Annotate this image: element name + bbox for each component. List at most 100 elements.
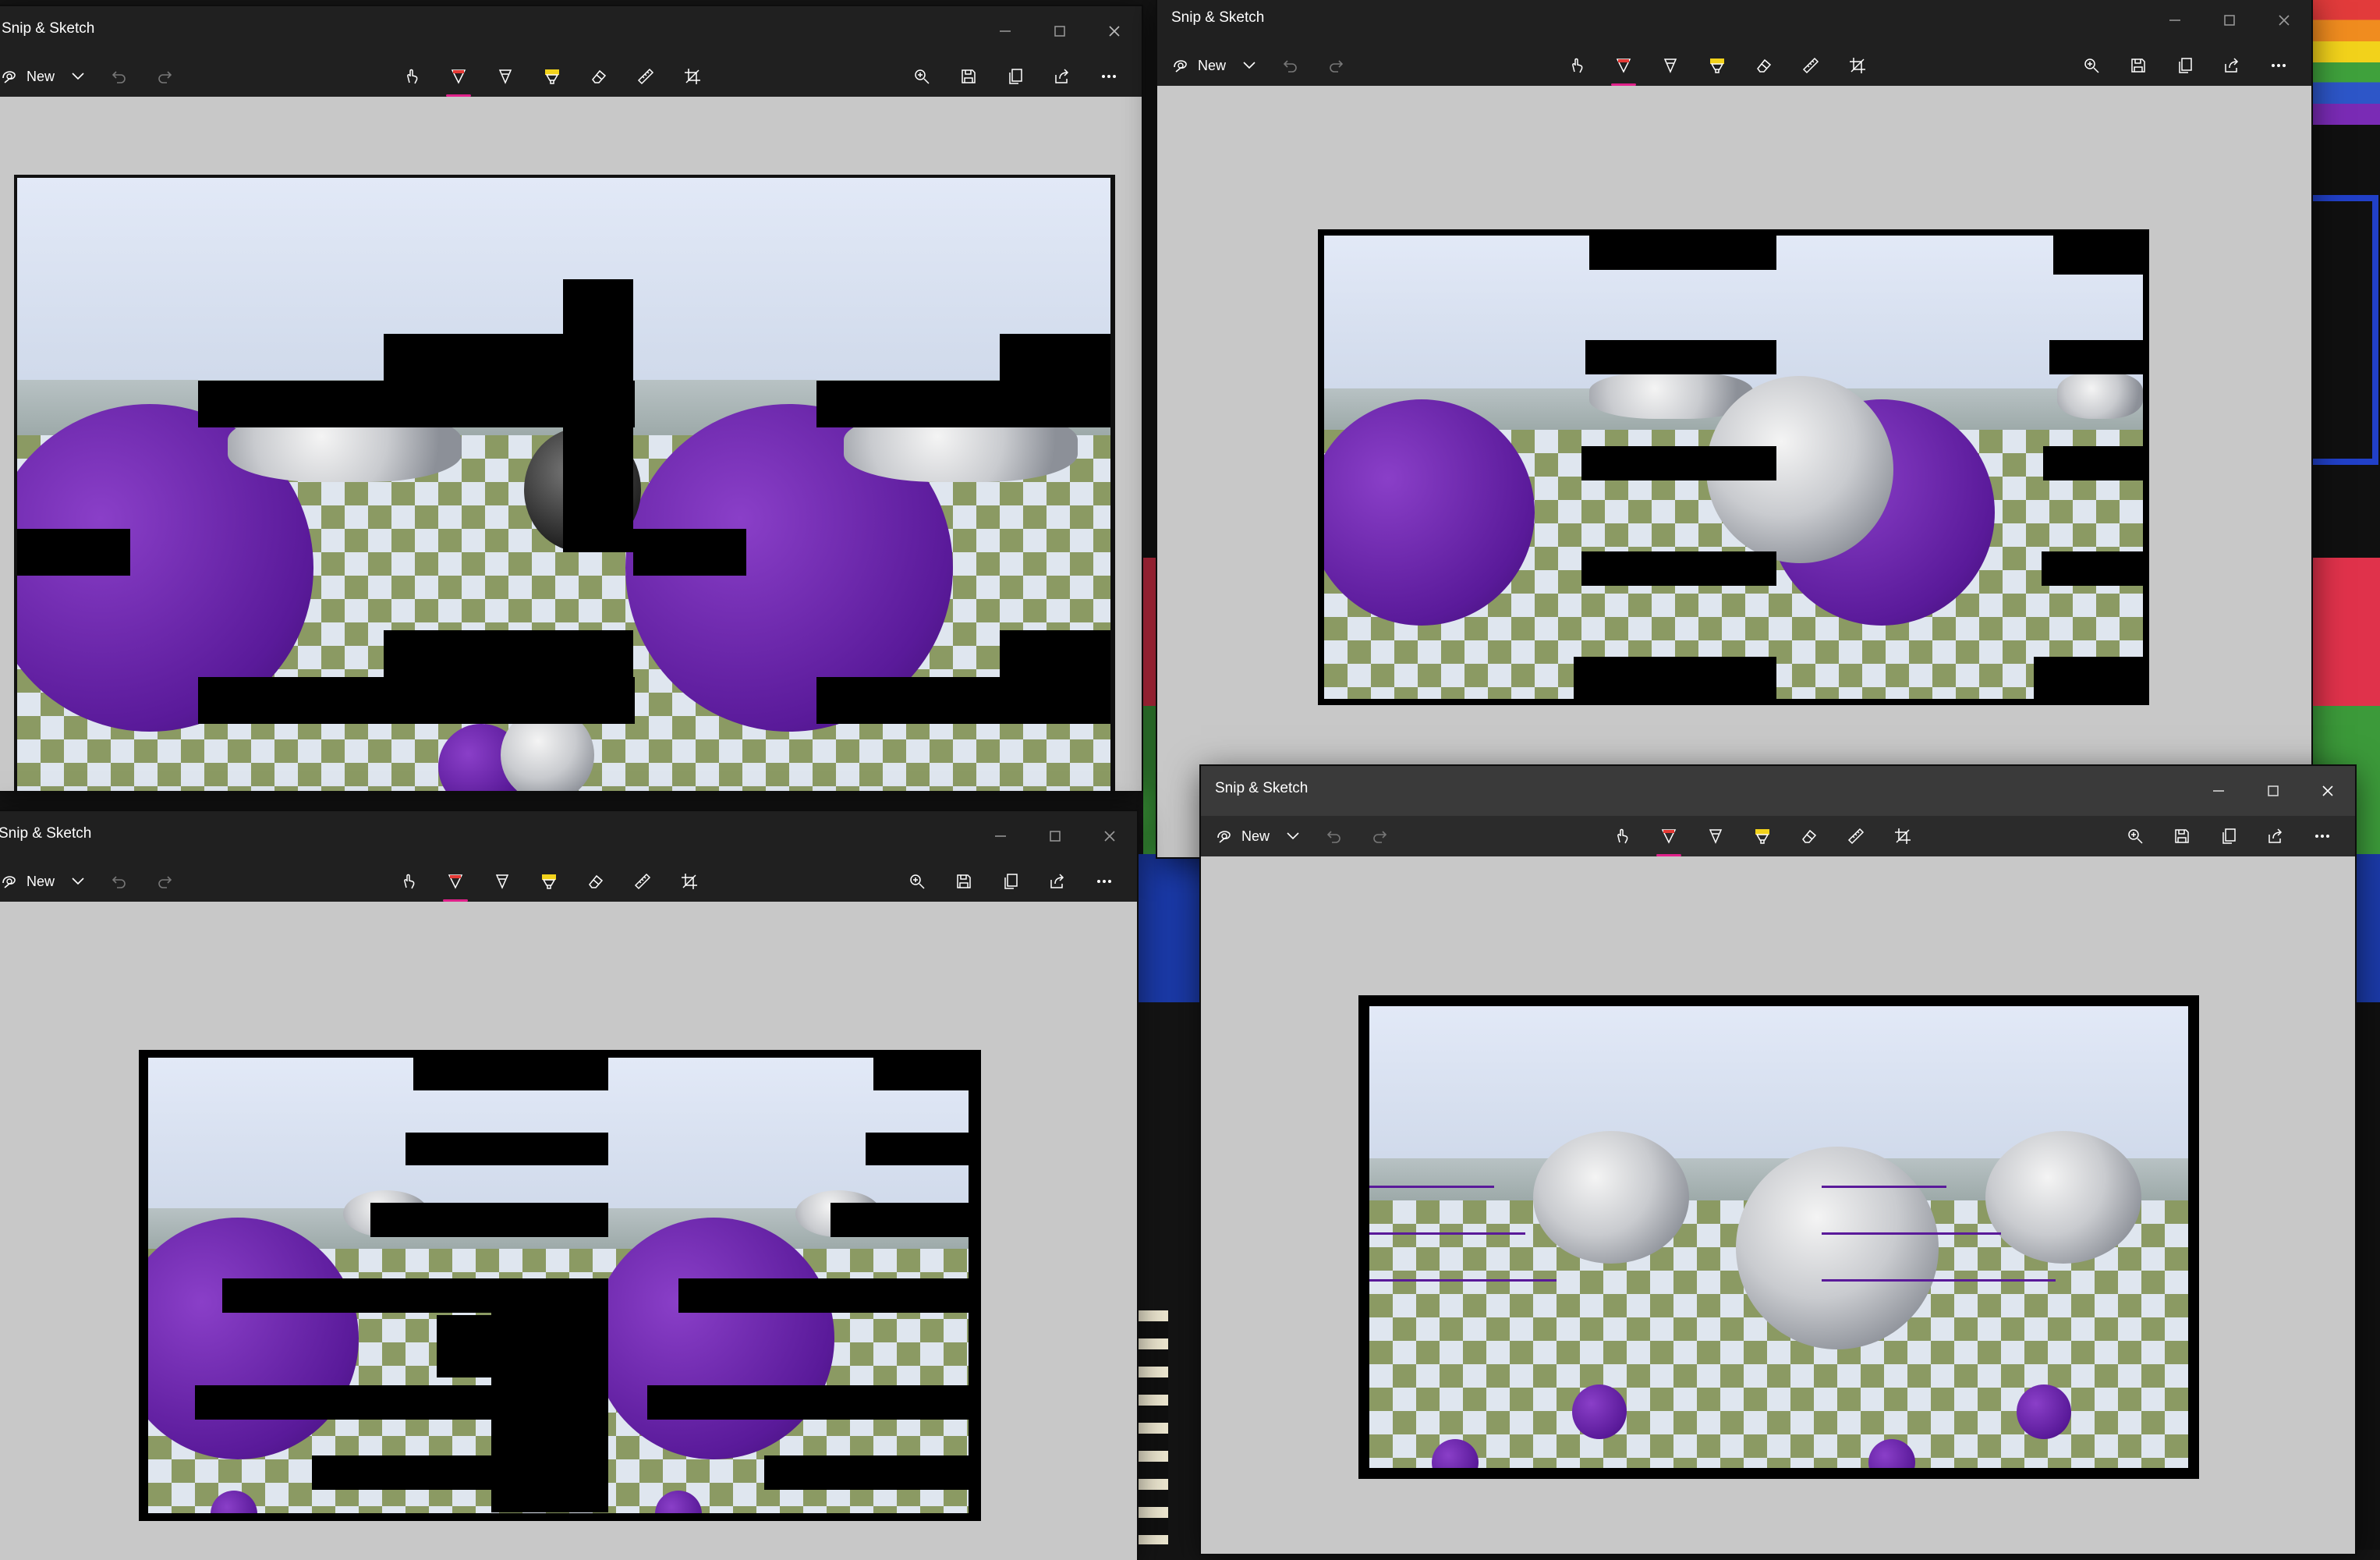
new-snip-button[interactable]: New [0, 861, 61, 902]
share-button[interactable] [2252, 816, 2299, 856]
ballpoint-pen-button[interactable] [435, 56, 482, 97]
new-label: New [27, 873, 55, 889]
crop-icon [682, 874, 697, 889]
highlighter-button[interactable] [526, 861, 572, 902]
close-button[interactable] [1087, 6, 1142, 56]
zoom-icon [915, 69, 930, 84]
redo-icon [1330, 60, 1344, 73]
window-title: Snip & Sketch [1215, 780, 1309, 796]
ruler-button[interactable] [622, 56, 669, 97]
sketch-canvas[interactable] [0, 97, 1142, 791]
zoom-button[interactable] [894, 861, 940, 902]
crop-button[interactable] [666, 861, 713, 902]
zoom-button[interactable] [898, 56, 945, 97]
ruler-button[interactable] [619, 861, 666, 902]
save-icon [2131, 58, 2145, 73]
minimize-button[interactable] [973, 811, 1028, 861]
more-button[interactable] [1086, 56, 1132, 97]
highlighter-button[interactable] [529, 56, 576, 97]
zoom-button[interactable] [2068, 45, 2115, 86]
touch-writing-button[interactable] [1599, 816, 1645, 856]
undo-button[interactable] [95, 56, 142, 97]
redo-button[interactable] [1313, 45, 1360, 86]
pencil-button[interactable] [482, 56, 529, 97]
share-button[interactable] [1039, 56, 1086, 97]
new-snip-button[interactable]: New [1170, 45, 1232, 86]
share-button[interactable] [2208, 45, 2255, 86]
crop-icon [685, 69, 700, 84]
ballpoint-pen-button[interactable] [432, 861, 479, 902]
ballpoint-pen-button[interactable] [1645, 816, 1692, 856]
crop-button[interactable] [1834, 45, 1881, 86]
save-button[interactable] [945, 56, 992, 97]
touch-writing-button[interactable] [388, 56, 435, 97]
zoom-button[interactable] [2112, 816, 2159, 856]
touch-writing-button[interactable] [1553, 45, 1600, 86]
pencil-button[interactable] [1647, 45, 1694, 86]
sketch-canvas[interactable] [1201, 856, 2355, 1554]
more-button[interactable] [2255, 45, 2302, 86]
crop-icon [1895, 828, 1911, 844]
title-bar: Snip & Sketch [1157, 0, 2311, 45]
maximize-button[interactable] [2246, 766, 2300, 816]
more-icon [1097, 880, 1111, 883]
close-button[interactable] [2300, 766, 2355, 816]
undo-button[interactable] [95, 861, 142, 902]
toolbar: New [0, 861, 1137, 902]
copy-button[interactable] [987, 861, 1034, 902]
highlighter-button[interactable] [1739, 816, 1786, 856]
pencil-button[interactable] [1692, 816, 1739, 856]
redo-button[interactable] [142, 56, 189, 97]
minimize-button[interactable] [978, 6, 1032, 56]
eraser-button[interactable] [1786, 816, 1833, 856]
copy-button[interactable] [2205, 816, 2252, 856]
ballpoint-pen-icon [1616, 58, 1631, 73]
minimize-button[interactable] [2148, 0, 2202, 45]
pencil-icon [1709, 829, 1723, 844]
save-button[interactable] [2115, 45, 2162, 86]
new-snip-icon [2, 71, 16, 83]
new-options-button[interactable] [1276, 816, 1310, 856]
eraser-button[interactable] [576, 56, 622, 97]
zoom-icon [910, 874, 925, 889]
copy-icon [2222, 828, 2236, 844]
save-button[interactable] [940, 861, 987, 902]
redo-button[interactable] [1357, 816, 1404, 856]
ballpoint-pen-button[interactable] [1600, 45, 1647, 86]
share-button[interactable] [1034, 861, 1081, 902]
copy-button[interactable] [2162, 45, 2208, 86]
eraser-button[interactable] [1741, 45, 1787, 86]
ruler-button[interactable] [1787, 45, 1834, 86]
new-snip-button[interactable]: New [0, 56, 61, 97]
save-button[interactable] [2159, 816, 2205, 856]
maximize-button[interactable] [2202, 0, 2257, 45]
copy-button[interactable] [992, 56, 1039, 97]
maximize-button[interactable] [1032, 6, 1087, 56]
more-button[interactable] [2299, 816, 2346, 856]
redo-button[interactable] [142, 861, 189, 902]
minimize-button[interactable] [2191, 766, 2246, 816]
sketch-canvas[interactable] [0, 902, 1137, 1560]
more-button[interactable] [1081, 861, 1128, 902]
crop-button[interactable] [669, 56, 716, 97]
highlighter-button[interactable] [1694, 45, 1741, 86]
ballpoint-pen-icon [451, 69, 466, 84]
new-options-button[interactable] [61, 861, 95, 902]
eraser-button[interactable] [572, 861, 619, 902]
window-title: Snip & Sketch [1171, 9, 1265, 26]
new-options-button[interactable] [1232, 45, 1266, 86]
undo-icon [112, 71, 126, 83]
maximize-button[interactable] [1028, 811, 1082, 861]
undo-button[interactable] [1266, 45, 1313, 86]
new-snip-button[interactable]: New [1213, 816, 1276, 856]
sketch-canvas[interactable] [1157, 86, 2311, 857]
pencil-button[interactable] [479, 861, 526, 902]
touch-writing-button[interactable] [385, 861, 432, 902]
crop-button[interactable] [1879, 816, 1926, 856]
close-button[interactable] [2257, 0, 2311, 45]
new-options-button[interactable] [61, 56, 95, 97]
undo-button[interactable] [1310, 816, 1357, 856]
ruler-button[interactable] [1833, 816, 1879, 856]
close-button[interactable] [1082, 811, 1137, 861]
chevron-down-icon [72, 73, 84, 80]
